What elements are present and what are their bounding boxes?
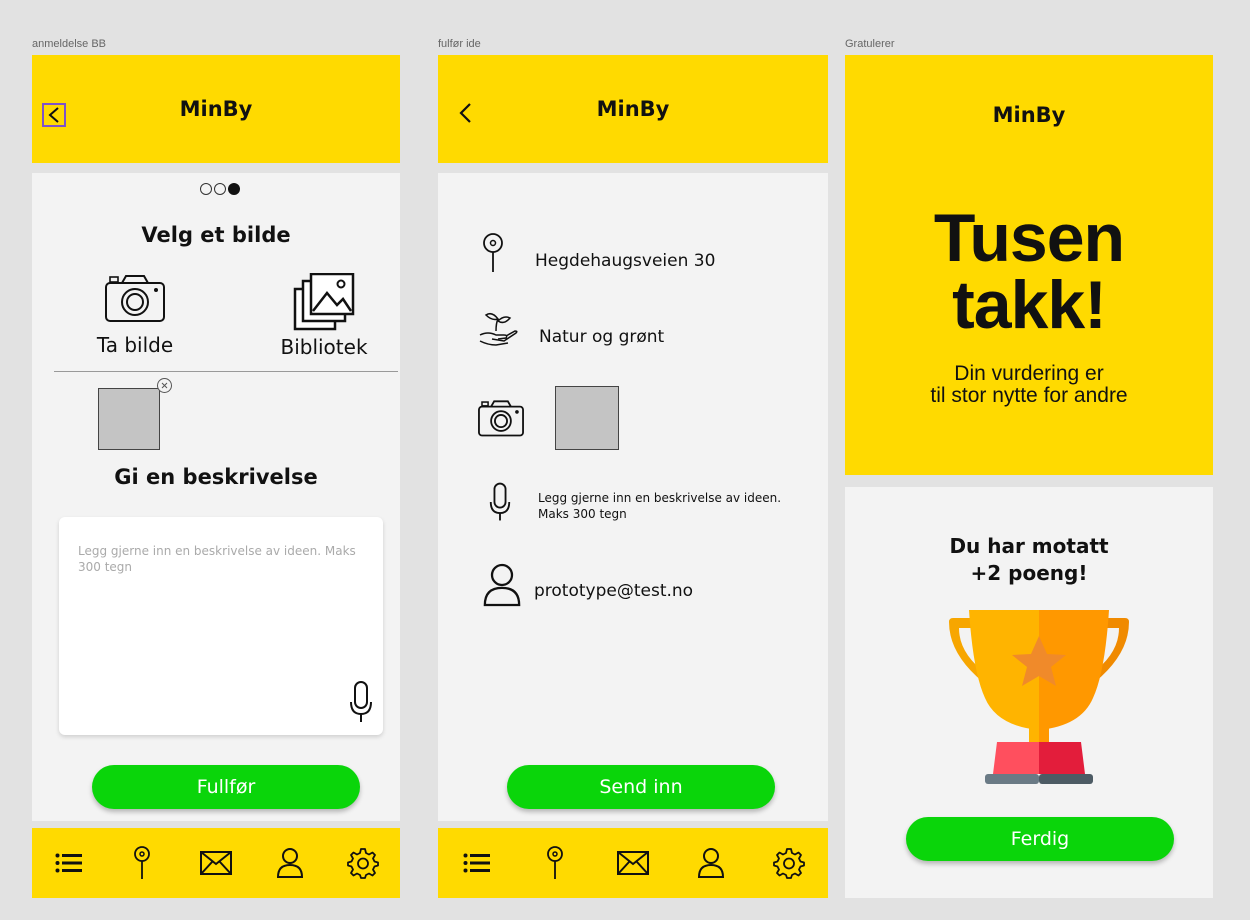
trophy-icon <box>949 610 1129 784</box>
screen-complete-idea: MinBy Hegdehaugsveien 30 Natur og grønt <box>438 55 828 898</box>
done-button[interactable]: Ferdig <box>906 817 1174 861</box>
screen-review: MinBy Velg et bilde Ta bilde Bibliotek G… <box>32 55 400 898</box>
microphone-icon <box>350 681 372 722</box>
review-content: Velg et bilde Ta bilde Bibliotek Gi en b… <box>32 173 400 821</box>
points-message: Du har motatt +2 poeng! <box>845 533 1213 587</box>
dictate-button[interactable] <box>348 680 374 728</box>
library-button[interactable]: Bibliotek <box>264 272 384 359</box>
subtitle-line: til stor nytte for andre <box>930 384 1128 408</box>
description-placeholder: Legg gjerne inn en beskrivelse av ideen.… <box>78 544 356 575</box>
description-line: Legg gjerne inn en beskrivelse av ideen. <box>538 491 782 505</box>
microphone-icon <box>489 482 511 521</box>
nav-messages[interactable] <box>613 843 653 883</box>
frame-label-complete-idea: fulfør ide <box>438 38 481 50</box>
nav-profile[interactable] <box>270 843 310 883</box>
thanks-panel: MinBy Tusen takk! Din vurdering er til s… <box>845 55 1213 475</box>
email-text: prototype@test.no <box>534 581 694 601</box>
summary-content: Hegdehaugsveien 30 Natur og grønt Legg g… <box>438 173 828 821</box>
address-row <box>482 233 504 277</box>
reward-panel: Du har motatt +2 poeng! Ferdig <box>845 487 1213 898</box>
description-line: Maks 300 tegn <box>538 506 627 521</box>
submit-button[interactable]: Send inn <box>507 765 775 809</box>
library-label: Bibliotek <box>280 335 368 359</box>
screen-congrats: MinBy Tusen takk! Din vurdering er til s… <box>845 55 1213 898</box>
nav-messages[interactable] <box>196 843 236 883</box>
chevron-left-icon <box>48 107 59 123</box>
camera-icon <box>105 275 165 322</box>
description-heading: Gi en beskrivelse <box>114 465 318 489</box>
nav-profile[interactable] <box>691 843 731 883</box>
photo-row <box>477 399 525 441</box>
frame-label-review: anmeldelse BB <box>32 38 106 50</box>
take-photo-button[interactable]: Ta bilde <box>80 273 190 357</box>
thanks-line: Tusen <box>933 200 1125 276</box>
settings-icon <box>773 848 805 879</box>
complete-button[interactable]: Fullfør <box>92 765 360 809</box>
progress-dot <box>214 183 226 195</box>
nav-list[interactable] <box>49 843 89 883</box>
progress-dot <box>200 183 212 195</box>
camera-icon <box>478 400 524 437</box>
map-pin-icon <box>547 846 563 879</box>
chevron-left-icon <box>459 103 471 123</box>
map-pin-icon <box>134 846 151 879</box>
description-row <box>488 481 512 527</box>
list-icon <box>463 853 490 873</box>
settings-icon <box>347 848 380 879</box>
subtitle-line: Din vurdering er <box>954 362 1104 385</box>
mail-icon <box>199 851 232 875</box>
category-text: Natur og grønt <box>539 327 665 347</box>
thanks-subtitle: Din vurdering er til stor nytte for andr… <box>845 362 1213 408</box>
nav-map[interactable] <box>535 843 575 883</box>
app-header: MinBy <box>32 55 400 163</box>
bottom-nav <box>438 828 828 898</box>
progress-indicator <box>200 183 240 195</box>
category-row <box>478 309 518 353</box>
close-icon <box>161 382 168 389</box>
app-title: MinBy <box>992 103 1066 127</box>
nav-settings[interactable] <box>769 843 809 883</box>
take-photo-label: Ta bilde <box>96 333 174 357</box>
frame-label-congrats: Gratulerer <box>845 38 895 50</box>
points-line: Du har motatt <box>949 534 1109 558</box>
choose-image-heading: Velg et bilde <box>141 223 291 247</box>
image-gallery-icon <box>293 272 355 331</box>
points-line: +2 poeng! <box>970 561 1088 585</box>
nav-settings[interactable] <box>343 843 383 883</box>
thanks-heading: Tusen takk! <box>845 200 1213 343</box>
app-title: MinBy <box>179 97 253 121</box>
bottom-nav <box>32 828 400 898</box>
app-header: MinBy <box>438 55 828 163</box>
profile-icon <box>276 848 303 878</box>
image-thumbnail[interactable] <box>555 386 619 450</box>
description-text: Legg gjerne inn en beskrivelse av ideen.… <box>538 491 781 522</box>
profile-icon <box>697 848 725 878</box>
remove-image-button[interactable] <box>157 378 172 393</box>
app-title: MinBy <box>596 97 670 121</box>
mail-icon <box>617 851 649 875</box>
plant-in-hand-icon <box>479 312 518 346</box>
address-text: Hegdehaugsveien 30 <box>535 251 716 271</box>
back-button[interactable] <box>454 102 476 124</box>
divider <box>54 371 398 372</box>
thanks-line: takk! <box>952 266 1107 343</box>
progress-dot-active <box>228 183 240 195</box>
list-icon <box>55 853 82 873</box>
profile-icon <box>483 563 521 607</box>
map-pin-icon <box>483 233 503 272</box>
image-thumbnail[interactable] <box>98 388 160 450</box>
back-button[interactable] <box>42 103 66 127</box>
nav-map[interactable] <box>122 843 162 883</box>
email-row <box>482 563 522 611</box>
nav-list[interactable] <box>457 843 497 883</box>
description-textarea[interactable]: Legg gjerne inn en beskrivelse av ideen.… <box>59 517 383 735</box>
